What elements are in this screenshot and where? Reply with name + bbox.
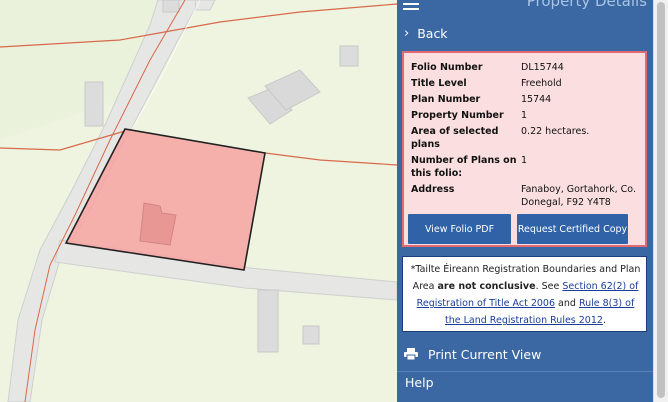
disclaimer-note: *Tailte Éireann Registration Boundaries …	[402, 256, 647, 332]
detail-value: Freehold	[521, 78, 562, 89]
building	[339, 45, 359, 67]
building	[84, 81, 104, 127]
note-bold: are not conclusive	[437, 281, 536, 292]
print-current-view-button[interactable]: Print Current View	[397, 343, 653, 365]
detail-row: Property Number 1	[411, 109, 641, 122]
back-label: Back	[417, 25, 448, 41]
help-label: Help	[405, 375, 434, 390]
request-certified-copy-button[interactable]: Request Certified Copy	[517, 214, 628, 244]
details-list: Folio Number DL15744 Title Level Freehol…	[411, 61, 641, 212]
print-label: Print Current View	[428, 346, 542, 362]
folio-details-card: Folio Number DL15744 Title Level Freehol…	[402, 51, 647, 247]
help-button[interactable]: Help	[397, 371, 653, 393]
detail-row: Address Fanaboy, Gortahork, Co. Donegal,…	[411, 183, 641, 209]
view-folio-pdf-button[interactable]: View Folio PDF	[408, 214, 511, 244]
detail-value: Fanaboy, Gortahork, Co. Donegal, F92 Y4T…	[521, 184, 636, 208]
detail-value: 1	[521, 110, 528, 121]
map-canvas[interactable]	[0, 0, 397, 402]
detail-value: 1	[521, 155, 528, 166]
detail-value: 15744	[521, 94, 552, 105]
detail-value: DL15744	[521, 62, 564, 73]
panel-title: Property Details	[526, 0, 647, 10]
building	[257, 289, 279, 353]
back-button[interactable]: › Back	[397, 22, 653, 44]
scrollbar-thumb[interactable]	[657, 2, 665, 398]
building	[162, 0, 180, 13]
hamburger-icon[interactable]	[403, 0, 419, 10]
printer-icon	[404, 348, 418, 361]
scrollbar[interactable]	[653, 0, 668, 402]
detail-row: Area of selected plans 0.22 hectares.	[411, 125, 641, 151]
note-and: and	[555, 298, 579, 309]
detail-key: Plan Number	[411, 94, 481, 105]
chevron-right-icon: ›	[404, 25, 410, 41]
detail-value: 0.22 hectares.	[521, 126, 590, 137]
note-suffix: .	[602, 315, 606, 326]
panel-header: Property Details	[397, 0, 653, 16]
property-details-panel: Property Details › Back Folio Number DL1…	[397, 0, 653, 402]
detail-row: Title Level Freehold	[411, 77, 641, 90]
detail-key: Number of Plans on this folio:	[411, 155, 517, 179]
detail-row: Folio Number DL15744	[411, 61, 641, 74]
detail-key: Property Number	[411, 110, 504, 121]
map-view[interactable]	[0, 0, 397, 402]
detail-key: Title Level	[411, 78, 467, 89]
detail-row: Number of Plans on this folio: 1	[411, 154, 641, 180]
note-mid: . See	[535, 281, 563, 292]
detail-key: Address	[411, 184, 455, 195]
building	[302, 325, 320, 345]
detail-key: Folio Number	[411, 62, 483, 73]
detail-row: Plan Number 15744	[411, 93, 641, 106]
detail-key: Area of selected plans	[411, 126, 499, 150]
